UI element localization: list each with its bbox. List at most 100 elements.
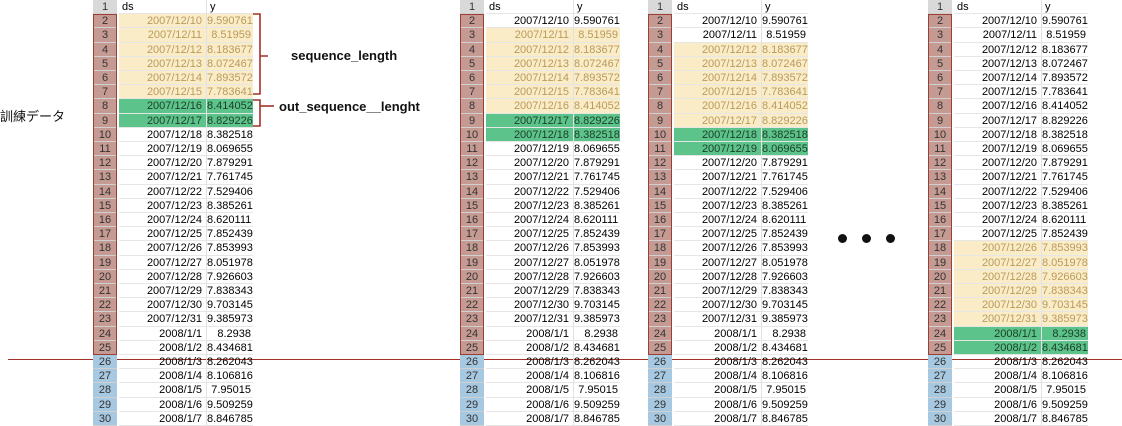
cell-y: 9.385973 [574, 313, 620, 327]
cell-y: 9.509259 [762, 398, 808, 412]
table-row: 16 2007/12/24 8.620111 [648, 213, 808, 228]
cell-y: 8.414052 [762, 99, 808, 114]
table-row: 19 2007/12/27 8.051978 [648, 255, 808, 270]
row-number: 26 [460, 355, 484, 370]
cell-ds: 2007/12/19 [119, 142, 207, 157]
table-row: 23 2007/12/31 9.385973 [460, 312, 620, 327]
table-row: 22 2007/12/30 9.703145 [928, 298, 1088, 313]
cell-ds: 2007/12/15 [674, 85, 762, 100]
table-row: 29 2008/1/6 9.509259 [93, 397, 253, 412]
cell-ds: 2007/12/26 [954, 241, 1042, 256]
row-number: 27 [648, 369, 672, 384]
column-header-ds: ds [674, 0, 762, 15]
table-row: 8 2007/12/16 8.414052 [648, 99, 808, 114]
cell-ds: 2007/12/25 [954, 227, 1042, 242]
ellipsis-dot [886, 234, 895, 243]
cell-ds: 2007/12/14 [119, 71, 207, 86]
table-row: 17 2007/12/25 7.852439 [928, 227, 1088, 242]
cell-ds: 2007/12/29 [119, 284, 207, 299]
table-row: 26 2008/1/3 8.262043 [648, 355, 808, 370]
cell-y: 7.893572 [762, 71, 808, 86]
cell-y: 9.509259 [1042, 398, 1088, 412]
cell-y: 7.879291 [574, 157, 620, 171]
table-row: 6 2007/12/14 7.893572 [93, 71, 253, 86]
row-number: 28 [460, 383, 484, 398]
cell-y: 8.382518 [762, 127, 808, 142]
cell-y: 8.434681 [574, 341, 620, 355]
table-row: 26 2008/1/3 8.262043 [928, 355, 1088, 370]
cell-y: 7.852439 [574, 228, 620, 242]
cell-y: 8.385261 [574, 199, 620, 213]
cell-ds: 2007/12/27 [674, 255, 762, 270]
cell-ds: 2008/1/5 [674, 383, 762, 398]
cell-ds: 2008/1/1 [486, 326, 574, 341]
cell-ds: 2007/12/18 [486, 127, 574, 142]
row-number: 1 [460, 0, 484, 15]
train-rows-frame [93, 14, 117, 355]
cell-ds: 2007/12/24 [119, 213, 207, 228]
cell-y: 8.072467 [207, 56, 253, 71]
cell-ds: 2007/12/24 [486, 213, 574, 228]
column-header-y: y [1042, 0, 1088, 15]
table-row: 26 2008/1/3 8.262043 [93, 355, 253, 370]
table-row: 5 2007/12/13 8.072467 [648, 56, 808, 71]
table-row: 24 2008/1/1 8.2938 [460, 326, 620, 341]
cell-ds: 2007/12/25 [119, 227, 207, 242]
row-number: 30 [648, 411, 672, 426]
cell-y: 8.051978 [574, 256, 620, 270]
cell-ds: 2007/12/26 [486, 241, 574, 256]
table-row: 15 2007/12/23 8.385261 [460, 198, 620, 213]
cell-ds: 2007/12/30 [486, 298, 574, 313]
cell-y: 8.072467 [1042, 57, 1088, 71]
cell-ds: 2007/12/16 [486, 99, 574, 114]
cell-ds: 2008/1/4 [674, 369, 762, 384]
table-row: 10 2007/12/18 8.382518 [460, 127, 620, 142]
header-row: 1 ds y [460, 0, 620, 15]
cell-ds: 2008/1/3 [954, 355, 1042, 370]
table-row: 27 2008/1/4 8.106816 [93, 369, 253, 384]
cell-y: 7.893572 [207, 71, 253, 86]
cell-ds: 2008/1/4 [954, 369, 1042, 384]
train-rows-frame [648, 14, 672, 355]
table-row: 28 2008/1/5 7.95015 [460, 383, 620, 398]
cell-ds: 2007/12/25 [486, 227, 574, 242]
cell-y: 9.703145 [1042, 298, 1088, 313]
cell-ds: 2007/12/20 [119, 156, 207, 171]
table-row: 8 2007/12/16 8.414052 [460, 99, 620, 114]
cell-ds: 2008/1/5 [119, 383, 207, 398]
cell-ds: 2007/12/18 [674, 127, 762, 142]
table-row: 3 2007/12/11 8.51959 [648, 28, 808, 43]
cell-ds: 2008/1/6 [674, 397, 762, 412]
cell-ds: 2007/12/21 [119, 170, 207, 185]
cell-y: 8.51959 [574, 28, 620, 43]
table-row: 29 2008/1/6 9.509259 [648, 397, 808, 412]
cell-y: 8.846785 [574, 412, 620, 426]
cell-ds: 2008/1/7 [486, 411, 574, 426]
table-row: 24 2008/1/1 8.2938 [93, 326, 253, 341]
cell-y: 7.95015 [762, 383, 808, 398]
table-row: 15 2007/12/23 8.385261 [93, 198, 253, 213]
cell-ds: 2007/12/28 [954, 269, 1042, 284]
table-row: 5 2007/12/13 8.072467 [460, 56, 620, 71]
row-number: 27 [460, 369, 484, 384]
table-row: 23 2007/12/31 9.385973 [93, 312, 253, 327]
cell-ds: 2008/1/2 [119, 340, 207, 355]
cell-ds: 2007/12/30 [954, 298, 1042, 313]
cell-y: 7.529406 [574, 185, 620, 199]
cell-ds: 2007/12/23 [486, 198, 574, 213]
table-row: 13 2007/12/21 7.761745 [928, 170, 1088, 185]
table-row: 14 2007/12/22 7.529406 [460, 184, 620, 199]
row-number: 28 [648, 383, 672, 398]
cell-y: 9.703145 [574, 299, 620, 313]
column-header-ds: ds [954, 0, 1042, 15]
cell-ds: 2007/12/27 [486, 255, 574, 270]
table-row: 8 2007/12/16 8.414052 [928, 99, 1088, 114]
table-row: 19 2007/12/27 8.051978 [93, 255, 253, 270]
cell-y: 7.926603 [762, 270, 808, 284]
table-row: 23 2007/12/31 9.385973 [928, 312, 1088, 327]
table-row: 5 2007/12/13 8.072467 [93, 56, 253, 71]
cell-y: 7.893572 [1042, 72, 1088, 86]
cell-y: 7.761745 [762, 171, 808, 185]
table-row: 9 2007/12/17 8.829226 [460, 113, 620, 128]
cell-y: 8.072467 [762, 56, 808, 71]
